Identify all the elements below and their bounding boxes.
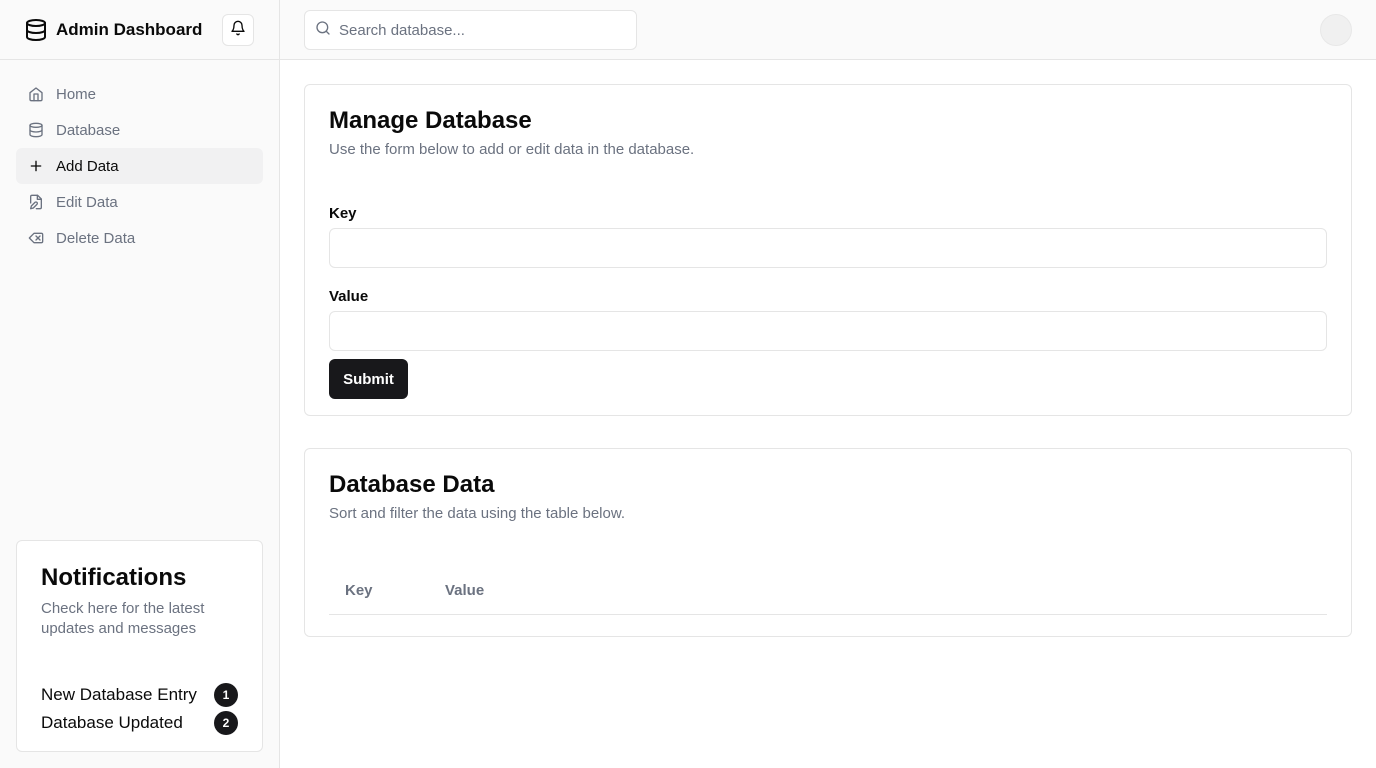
sidebar-nav: Home Database Add Data Edit Data Delete … xyxy=(0,60,279,256)
value-label: Value xyxy=(329,288,369,305)
plus-icon xyxy=(28,158,44,174)
sidebar-item-label: Add Data xyxy=(56,157,119,175)
key-label: Key xyxy=(329,205,357,222)
manage-database-card: Manage Database Use the form below to ad… xyxy=(304,84,1352,416)
sidebar-item-label: Edit Data xyxy=(56,193,118,211)
notifications-description: Check here for the latest updates and me… xyxy=(41,600,205,637)
notification-item[interactable]: New Database Entry 1 xyxy=(41,681,238,709)
value-input[interactable] xyxy=(329,311,1327,351)
database-data-card: Database Data Sort and filter the data u… xyxy=(304,448,1352,637)
brand[interactable]: Admin Dashboard xyxy=(24,18,222,42)
table-header-row: Key Value xyxy=(329,567,1327,615)
file-edit-icon xyxy=(28,194,44,210)
topbar xyxy=(280,0,1376,60)
sidebar-item-label: Database xyxy=(56,121,121,139)
column-header-key[interactable]: Key xyxy=(329,582,445,599)
data-table: Key Value xyxy=(329,567,1327,615)
notification-count-badge: 2 xyxy=(214,711,238,735)
sidebar: Admin Dashboard Home Database Add Data E… xyxy=(0,0,280,768)
app-title: Admin Dashboard xyxy=(56,19,203,39)
sidebar-item-label: Delete Data xyxy=(56,229,136,247)
sidebar-item-label: Home xyxy=(56,85,97,103)
bell-icon xyxy=(230,20,246,39)
manage-database-description: Use the form below to add or edit data i… xyxy=(329,141,695,158)
home-icon xyxy=(28,86,44,102)
delete-icon xyxy=(28,230,44,246)
notification-label: New Database Entry xyxy=(41,685,197,704)
key-input[interactable] xyxy=(329,228,1327,268)
sidebar-header: Admin Dashboard xyxy=(0,0,279,60)
notifications-card: Notifications Check here for the latest … xyxy=(16,540,263,752)
sidebar-item-add-data[interactable]: Add Data xyxy=(16,148,263,184)
avatar[interactable] xyxy=(1320,14,1352,46)
submit-button[interactable]: Submit xyxy=(329,359,408,399)
search-box[interactable] xyxy=(304,10,637,50)
notification-count-badge: 1 xyxy=(214,683,238,707)
sidebar-item-home[interactable]: Home xyxy=(16,76,263,112)
sidebar-item-database[interactable]: Database xyxy=(16,112,263,148)
search-input[interactable] xyxy=(339,21,619,39)
manage-database-title: Manage Database xyxy=(329,107,532,134)
sidebar-item-delete-data[interactable]: Delete Data xyxy=(16,220,263,256)
database-icon xyxy=(28,122,44,138)
column-header-value[interactable]: Value xyxy=(445,582,484,599)
database-data-description: Sort and filter the data using the table… xyxy=(329,505,626,522)
sidebar-item-edit-data[interactable]: Edit Data xyxy=(16,184,263,220)
notification-item[interactable]: Database Updated 2 xyxy=(41,709,238,737)
notifications-title: Notifications xyxy=(41,564,187,591)
notifications-list: New Database Entry 1 Database Updated 2 xyxy=(41,681,238,737)
notifications-button[interactable] xyxy=(222,13,254,46)
search-icon xyxy=(315,20,331,41)
notification-label: Database Updated xyxy=(41,713,183,732)
database-icon xyxy=(24,18,48,42)
database-data-title: Database Data xyxy=(329,471,495,498)
